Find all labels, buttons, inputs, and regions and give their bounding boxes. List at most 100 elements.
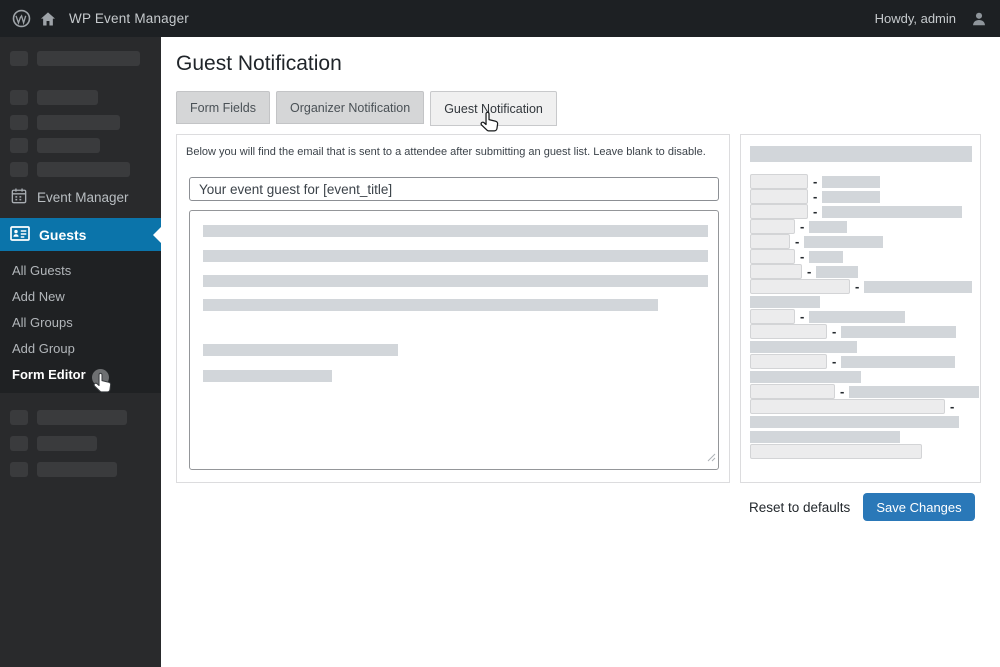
tab-form-fields[interactable]: Form Fields [176, 91, 270, 124]
panel-heading-bar [750, 146, 972, 162]
shortcode-description-bar [750, 430, 900, 443]
sidebar-item-event-manager[interactable]: Event Manager [0, 180, 161, 214]
sidebar-placeholder-item[interactable] [10, 114, 120, 130]
placeholder-icon [10, 50, 28, 66]
shortcode-description-bar [822, 205, 963, 218]
sidebar-item-guests[interactable]: Guests [0, 218, 161, 251]
shortcode-tag [750, 219, 795, 234]
shortcode-description-bar [841, 325, 957, 338]
shortcode-description-bar [816, 265, 859, 278]
dash-separator: - [813, 204, 818, 219]
tab-organizer-notification[interactable]: Organizer Notification [275, 91, 425, 124]
current-menu-arrow [153, 226, 161, 243]
dash-separator: - [840, 384, 845, 399]
sidebar-placeholder-item[interactable] [10, 50, 140, 66]
sidebar-placeholder-item[interactable] [10, 137, 100, 153]
placeholder-label-bar [37, 435, 97, 451]
shortcode-description-bar [804, 235, 884, 248]
placeholder-icon [10, 137, 28, 153]
dash-separator: - [832, 324, 837, 339]
placeholder-label-bar [37, 89, 98, 105]
shortcode-row: - [750, 279, 973, 294]
email-subject-input[interactable] [189, 177, 719, 201]
site-title-link[interactable]: WP Event Manager [69, 11, 189, 26]
sidebar-placeholder-item[interactable] [10, 409, 127, 425]
home-icon[interactable] [39, 10, 57, 28]
placeholder-icon [10, 461, 28, 477]
sidebar-placeholder-item[interactable] [10, 161, 130, 177]
shortcode-description-bar [809, 220, 848, 233]
shortcode-tag [750, 384, 835, 399]
shortcode-row: - [750, 189, 881, 204]
shortcode-tag [750, 309, 795, 324]
save-changes-button[interactable]: Save Changes [863, 493, 975, 521]
sidebar-placeholder-item[interactable] [10, 461, 117, 477]
dash-separator: - [813, 174, 818, 189]
placeholder-icon [10, 435, 28, 451]
placeholder-icon [10, 409, 28, 425]
shortcode-description-bar [809, 250, 844, 263]
dash-separator: - [855, 279, 860, 294]
sidebar-item-add-new[interactable]: Add New [0, 284, 161, 310]
form-description: Below you will find the email that is se… [186, 146, 706, 158]
sidebar-item-form-editor[interactable]: Form Editor [0, 362, 161, 388]
user-avatar-icon[interactable] [970, 10, 988, 28]
tab-guest-notification[interactable]: Guest Notification [430, 91, 557, 126]
dash-separator: - [950, 399, 955, 414]
sidebar-placeholder-item[interactable] [10, 89, 98, 105]
guests-submenu: All Guests Add New All Groups Add Group Form… [0, 251, 161, 393]
shortcode-tag [750, 324, 827, 339]
dash-separator: - [800, 219, 805, 234]
shortcode-description-bar [841, 355, 956, 368]
page-title: Guest Notification [176, 52, 342, 75]
shortcode-description-bar [864, 280, 973, 293]
sidebar-item-add-group[interactable]: Add Group [0, 336, 161, 362]
howdy-admin-link[interactable]: Howdy, admin [875, 11, 956, 26]
shortcode-description-bar [809, 310, 906, 323]
email-body-textarea[interactable] [189, 210, 719, 470]
shortcode-row: - [750, 249, 844, 264]
placeholder-label-bar [37, 161, 130, 177]
dash-separator: - [800, 309, 805, 324]
placeholder-label-bar [37, 50, 140, 66]
shortcode-row [750, 294, 820, 309]
shortcode-description-bar [750, 295, 820, 308]
shortcode-reference-panel: ------------- [740, 134, 981, 483]
shortcode-tag [750, 249, 795, 264]
sidebar-placeholder-item[interactable] [10, 435, 97, 451]
shortcode-description-bar [822, 190, 881, 203]
shortcode-description-bar [750, 340, 857, 353]
shortcode-description-bar [822, 175, 881, 188]
shortcode-tag [750, 204, 808, 219]
shortcode-row [750, 369, 861, 384]
shortcode-row: - [750, 234, 884, 249]
shortcode-tag [750, 189, 808, 204]
shortcode-row [750, 339, 857, 354]
shortcode-description-bar [750, 370, 861, 383]
shortcode-tag [750, 279, 850, 294]
shortcode-description-bar [750, 415, 959, 428]
resize-handle-icon[interactable] [707, 449, 716, 467]
shortcode-row: - [750, 384, 980, 399]
reset-to-defaults-button[interactable]: Reset to defaults [749, 500, 850, 515]
admin-topbar: WP Event Manager Howdy, admin [0, 0, 1000, 37]
sidebar-item-all-guests[interactable]: All Guests [0, 258, 161, 284]
shortcode-tag [750, 399, 945, 414]
redacted-text-line [203, 299, 658, 311]
redacted-text-line [203, 370, 332, 382]
placeholder-icon [10, 114, 28, 130]
sidebar-item-all-groups[interactable]: All Groups [0, 310, 161, 336]
dash-separator: - [813, 189, 818, 204]
shortcode-row: - [750, 174, 881, 189]
shortcode-row: - [750, 309, 906, 324]
shortcode-row [750, 429, 900, 444]
placeholder-label-bar [37, 137, 100, 153]
redacted-text-line [203, 225, 708, 237]
shortcode-tag [750, 234, 790, 249]
sidebar-item-label: Event Manager [37, 189, 129, 205]
wordpress-logo-icon[interactable] [12, 9, 31, 28]
dash-separator: - [807, 264, 812, 279]
placeholder-label-bar [37, 409, 127, 425]
shortcode-row: - [750, 354, 956, 369]
shortcode-row: - [750, 324, 957, 339]
